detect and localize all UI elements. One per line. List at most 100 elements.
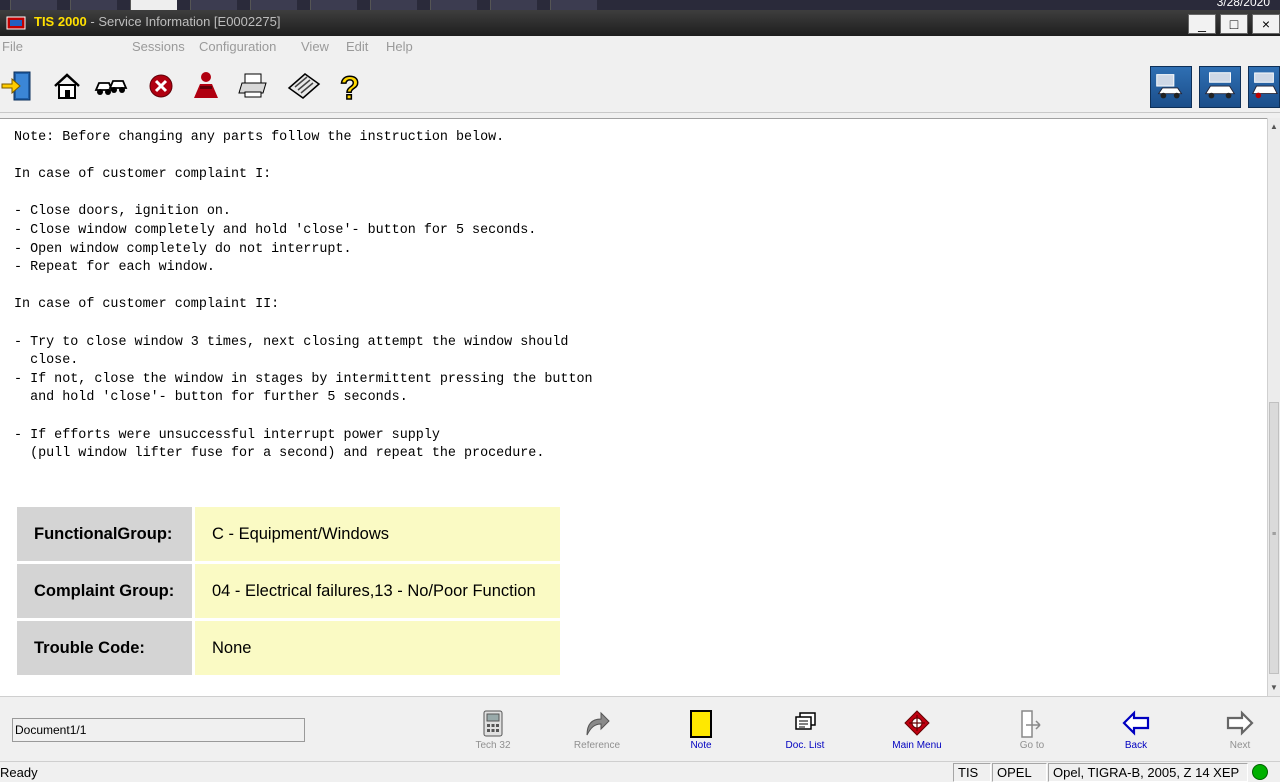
main-menu-label: Main Menu: [892, 741, 942, 749]
taskbar-button-8[interactable]: [430, 0, 477, 10]
table-row: Trouble Code: None: [17, 621, 560, 675]
doc-list-icon: [795, 712, 816, 730]
note-line: - Close doors, ignition on.: [14, 204, 231, 220]
scroll-up-arrow-icon[interactable]: ▲: [1268, 122, 1280, 131]
note-label: Note: [690, 741, 712, 749]
status-text: Ready: [0, 765, 38, 780]
keyboard-icon[interactable]: [285, 68, 321, 104]
taskbar-button-1[interactable]: [10, 0, 57, 10]
exit-door-icon[interactable]: [0, 68, 36, 104]
tech32-button[interactable]: Tech 32: [453, 709, 533, 749]
functional-group-value: C - Equipment/Windows: [195, 507, 560, 561]
note-line: - Close window completely and hold 'clos…: [14, 222, 537, 238]
window-title: TIS 2000 - Service Information [E0002275…: [34, 14, 280, 29]
trouble-code-value: None: [195, 621, 560, 675]
note-line: (pull window lifter fuse for a second) a…: [14, 446, 545, 462]
next-label: Next: [1229, 741, 1251, 749]
goto-label: Go to: [1019, 741, 1045, 749]
doc-list-label: Doc. List: [785, 741, 825, 749]
user-icon[interactable]: [188, 68, 224, 104]
vehicle-repair-icon[interactable]: [1248, 66, 1280, 108]
next-arrow-icon: [1226, 710, 1254, 736]
tech32-label: Tech 32: [475, 741, 511, 749]
note-icon: [690, 710, 712, 738]
status-led-icon: [1252, 764, 1268, 780]
scroll-down-arrow-icon[interactable]: ▼: [1268, 683, 1280, 692]
note-line: - If not, close the window in stages by …: [14, 371, 593, 387]
taskbar-button-7[interactable]: [370, 0, 417, 10]
reference-arrow-icon: [586, 711, 610, 736]
goto-icon: [1021, 710, 1041, 738]
window-title-app: TIS 2000: [34, 14, 87, 29]
home-icon[interactable]: [49, 68, 85, 104]
complaint-group-label: Complaint Group:: [17, 564, 192, 618]
back-label: Back: [1124, 741, 1148, 749]
taskbar-button-4[interactable]: [190, 0, 237, 10]
vehicle-diagnostics-icon[interactable]: [1150, 66, 1192, 108]
complaint-group-value: 04 - Electrical failures,13 - No/Poor Fu…: [195, 564, 560, 618]
table-row: FunctionalGroup: C - Equipment/Windows: [17, 507, 560, 561]
title-bar: TIS 2000 - Service Information [E0002275…: [0, 10, 1280, 36]
note-line: - Repeat for each window.: [14, 260, 215, 276]
note-line: and hold 'close'- button for further 5 s…: [14, 390, 408, 406]
note-line: In case of customer complaint I:: [14, 167, 272, 183]
taskbar-button-2[interactable]: [70, 0, 117, 10]
menu-bar: File Sessions Configuration View Edit He…: [0, 36, 1280, 58]
doc-list-button[interactable]: Doc. List: [765, 709, 845, 749]
menu-help[interactable]: Help: [386, 39, 413, 54]
vehicles-icon[interactable]: [93, 68, 129, 104]
toolbar: ?: [0, 62, 1280, 113]
document-counter: Document1/1: [12, 718, 305, 742]
back-button[interactable]: Back: [1096, 709, 1176, 749]
printer-icon[interactable]: [237, 68, 273, 104]
help-icon[interactable]: ?: [331, 68, 367, 107]
taskbar-button-3[interactable]: [130, 0, 177, 10]
vertical-scrollbar[interactable]: ▲ ≡ ▼: [1267, 118, 1280, 696]
taskbar-button-10[interactable]: [550, 0, 597, 10]
main-menu-icon: [904, 710, 930, 736]
minimize-button[interactable]: _: [1188, 14, 1216, 34]
note-line: - Try to close window 3 times, next clos…: [14, 334, 569, 350]
menu-configuration[interactable]: Configuration: [199, 39, 276, 54]
status-vehicle: Opel, TIGRA-B, 2005, Z 14 XEP: [1048, 763, 1248, 782]
scroll-grip-icon: ≡: [1271, 531, 1277, 538]
procedure-note-text: Note: Before changing any parts follow t…: [14, 129, 593, 464]
maximize-button[interactable]: □: [1220, 14, 1248, 34]
app-logo-icon: [6, 16, 26, 30]
reference-button[interactable]: Reference: [557, 709, 637, 749]
main-menu-button[interactable]: Main Menu: [877, 709, 957, 749]
menu-view[interactable]: View: [301, 39, 329, 54]
info-table: FunctionalGroup: C - Equipment/Windows C…: [14, 504, 563, 678]
next-button[interactable]: Next: [1200, 709, 1280, 749]
reference-label: Reference: [573, 741, 621, 749]
note-line: Note: Before changing any parts follow t…: [14, 130, 505, 145]
vehicle-service-icon[interactable]: [1199, 66, 1241, 108]
taskbar-button-5[interactable]: [250, 0, 297, 10]
close-button[interactable]: ×: [1252, 14, 1280, 34]
taskbar-button-9[interactable]: [490, 0, 537, 10]
taskbar-button-6[interactable]: [310, 0, 357, 10]
menu-sessions[interactable]: Sessions: [132, 39, 185, 54]
os-taskbar: 3/28/2020: [0, 0, 1280, 10]
status-system: TIS: [953, 763, 991, 782]
document-content: Note: Before changing any parts follow t…: [0, 118, 1267, 696]
scroll-thumb[interactable]: ≡: [1269, 402, 1279, 674]
back-arrow-icon: [1122, 710, 1150, 736]
menu-file[interactable]: File: [2, 39, 23, 54]
trouble-code-label: Trouble Code:: [17, 621, 192, 675]
status-make: OPEL: [992, 763, 1047, 782]
tech32-device-icon: [483, 710, 503, 737]
note-line: - If efforts were unsuccessful interrupt…: [14, 427, 440, 443]
status-bar: Ready TIS OPEL Opel, TIGRA-B, 2005, Z 14…: [0, 761, 1280, 782]
table-row: Complaint Group: 04 - Electrical failure…: [17, 564, 560, 618]
window-title-rest: - Service Information [E0002275]: [86, 14, 281, 29]
functional-group-label: FunctionalGroup:: [17, 507, 192, 561]
note-line: close.: [14, 353, 79, 369]
note-line: In case of customer complaint II:: [14, 297, 280, 313]
navigation-bar: Document1/1 Tech 32 Reference Note Doc. …: [0, 696, 1280, 758]
taskbar-date: 3/28/2020: [1216, 0, 1270, 9]
stop-icon[interactable]: [143, 68, 179, 104]
goto-button[interactable]: Go to: [992, 709, 1072, 749]
menu-edit[interactable]: Edit: [346, 39, 368, 54]
note-button[interactable]: Note: [661, 709, 741, 749]
